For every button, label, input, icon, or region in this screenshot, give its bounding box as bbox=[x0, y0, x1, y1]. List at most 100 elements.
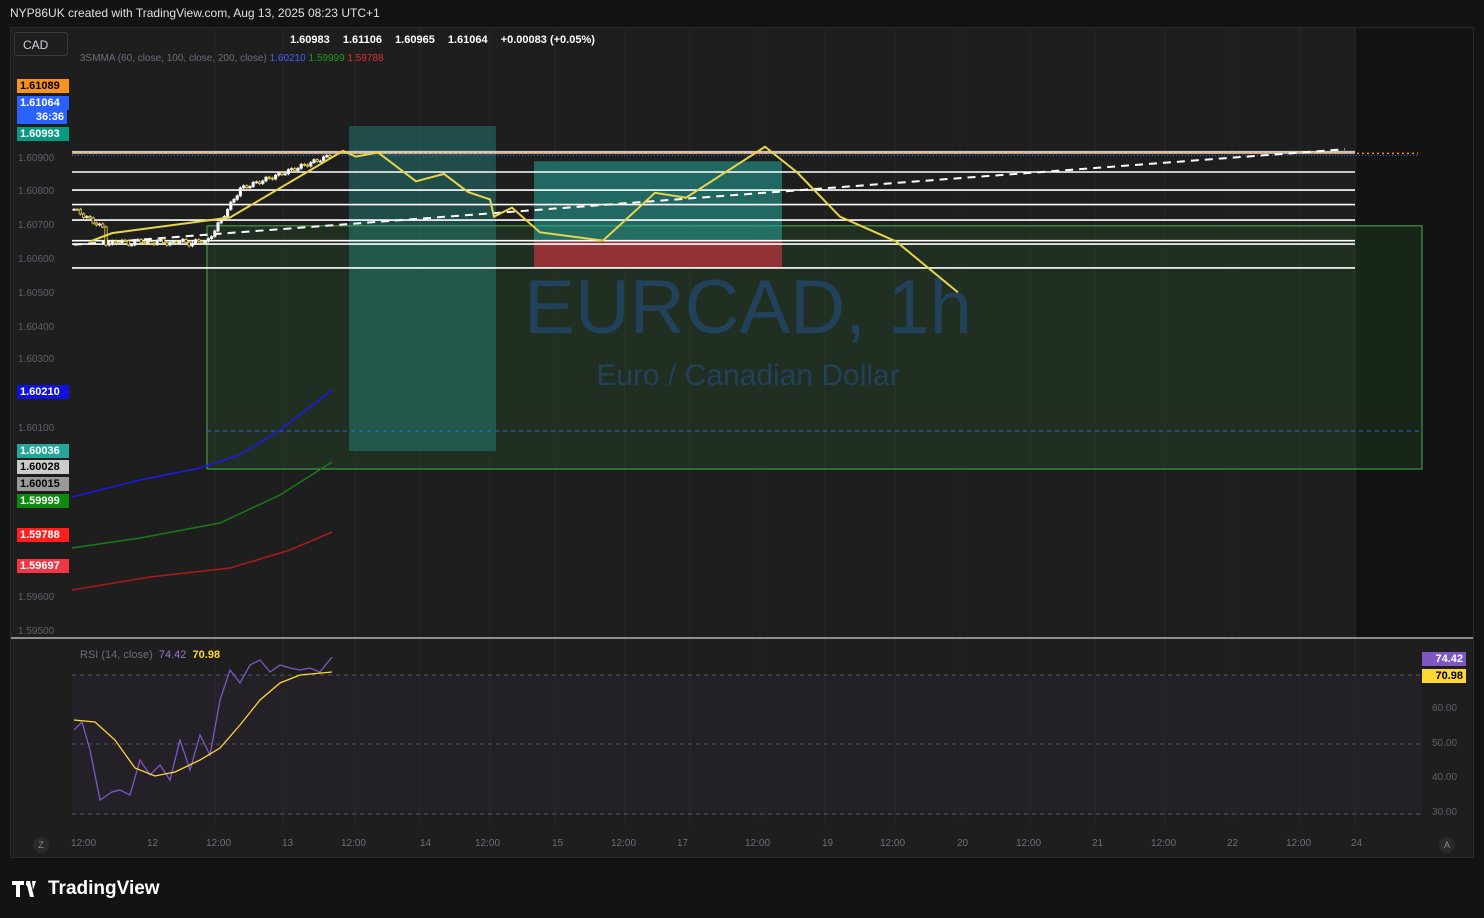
candle-body-76 bbox=[315, 159, 319, 162]
candle-body-50 bbox=[232, 198, 236, 203]
candle-body-33 bbox=[177, 241, 182, 244]
time-axis-label-16: 12:00 bbox=[1151, 838, 1177, 849]
candle-body-71 bbox=[299, 163, 303, 169]
candle-body-12 bbox=[110, 240, 114, 245]
time-axis-label-13: 20 bbox=[957, 838, 969, 849]
candle-body-54 bbox=[245, 185, 249, 189]
candle-body-14 bbox=[117, 241, 121, 244]
candle-body-45 bbox=[216, 222, 220, 232]
time-axis-label-6: 12:00 bbox=[475, 838, 501, 849]
price-axis-label-2: 1.60700 bbox=[18, 220, 55, 231]
candle-body-18 bbox=[129, 244, 134, 247]
time-axis-label-7: 15 bbox=[552, 838, 564, 849]
candle-body-0 bbox=[72, 208, 76, 211]
candle-body-28 bbox=[161, 238, 166, 244]
candle-body-31 bbox=[171, 241, 175, 243]
smma-legend[interactable]: 3SMMA (60, close, 100, close, 200, close… bbox=[80, 53, 384, 64]
time-axis-label-10: 12:00 bbox=[745, 838, 771, 849]
time-axis-label-1: 12 bbox=[147, 838, 159, 849]
price-tag-5: 1.60036 bbox=[17, 444, 69, 458]
candle-body-20 bbox=[136, 239, 140, 242]
smma-200-line bbox=[71, 531, 333, 591]
price-tag-10: 1.59697 bbox=[17, 559, 69, 573]
price-tag-6: 1.60028 bbox=[17, 460, 69, 474]
time-axis-label-4: 12:00 bbox=[341, 838, 367, 849]
price-chart-svg[interactable]: EURCAD, 1hEuro / Canadian Dollar bbox=[0, 0, 1484, 918]
smma-value-60: 1.60210 bbox=[269, 53, 306, 64]
time-axis-label-3: 13 bbox=[282, 838, 294, 849]
candle-body-73 bbox=[305, 164, 310, 167]
rsi-ma-tag: 70.98 bbox=[1422, 669, 1466, 683]
candle-body-4 bbox=[85, 216, 89, 218]
time-axis-label-5: 14 bbox=[420, 838, 432, 849]
rsi-band bbox=[72, 675, 1422, 815]
candle-body-77 bbox=[318, 160, 323, 163]
time-axis-label-2: 12:00 bbox=[206, 838, 232, 849]
candle-body-74 bbox=[309, 162, 313, 167]
candle-body-57 bbox=[254, 181, 258, 184]
rsi-legend[interactable]: RSI (14, close) 74.42 70.98 bbox=[80, 649, 220, 661]
candle-body-52 bbox=[238, 187, 242, 197]
candle-body-29 bbox=[165, 242, 169, 246]
time-axis-label-8: 12:00 bbox=[611, 838, 637, 849]
smma-value-100: 1.59999 bbox=[308, 53, 345, 64]
candle-body-19 bbox=[133, 239, 137, 246]
auto-scale-button[interactable]: A bbox=[1439, 837, 1455, 853]
candle-body-49 bbox=[229, 201, 233, 210]
candle-body-51 bbox=[235, 195, 239, 200]
zoom-reset-button[interactable]: Z bbox=[33, 837, 49, 853]
candle-body-21 bbox=[139, 239, 143, 244]
candle-body-44 bbox=[213, 230, 217, 237]
candle-body-13 bbox=[114, 240, 118, 243]
time-axis-label-19: 24 bbox=[1351, 838, 1363, 849]
tradingview-logo: TradingView bbox=[12, 878, 160, 900]
candle-body-66 bbox=[283, 173, 287, 176]
candle-body-11 bbox=[107, 243, 111, 246]
candle-body-34 bbox=[181, 238, 185, 242]
candle-body-2 bbox=[78, 208, 82, 215]
candle-body-69 bbox=[293, 168, 297, 171]
time-axis-label-15: 21 bbox=[1092, 838, 1104, 849]
price-axis-label-8: 1.59600 bbox=[18, 592, 55, 603]
rsi-axis-label-2: 40.00 bbox=[1432, 772, 1458, 783]
price-tag-3: 1.60993 bbox=[17, 127, 69, 141]
candle-body-62 bbox=[270, 177, 275, 180]
price-tag-2: 36:36 bbox=[17, 110, 67, 124]
candle-body-64 bbox=[277, 172, 281, 176]
candle-body-5 bbox=[88, 216, 92, 219]
candle-body-48 bbox=[225, 209, 230, 217]
price-tag-4: 1.60210 bbox=[17, 385, 69, 399]
price-axis-label-7: 1.60100 bbox=[18, 423, 55, 434]
candle-body-39 bbox=[197, 239, 201, 242]
time-axis-label-9: 17 bbox=[677, 838, 689, 849]
long-position-target bbox=[534, 161, 782, 241]
candle-body-25 bbox=[152, 243, 156, 246]
candle-body-65 bbox=[280, 172, 284, 175]
candle-body-23 bbox=[145, 241, 150, 244]
tradingview-logo-icon bbox=[12, 881, 36, 897]
currency-button[interactable]: CAD bbox=[14, 32, 68, 56]
candle-body-17 bbox=[126, 240, 130, 246]
price-axis-label-4: 1.60500 bbox=[18, 288, 55, 299]
candle-body-68 bbox=[289, 168, 294, 171]
ohlc-low: 1.60965 bbox=[395, 34, 435, 46]
candle-body-9 bbox=[101, 223, 105, 228]
time-axis-label-17: 22 bbox=[1227, 838, 1239, 849]
ohlc-legend: 1.60983 1.61106 1.60965 1.61064 +0.00083… bbox=[290, 34, 605, 46]
rsi-value-text: 74.42 bbox=[158, 649, 187, 661]
candle-body-40 bbox=[200, 240, 204, 244]
ohlc-high: 1.61106 bbox=[342, 34, 382, 46]
ohlc-change: +0.00083 (+0.05%) bbox=[500, 34, 595, 46]
candle-body-3 bbox=[82, 213, 86, 218]
ohlc-open: 1.60983 bbox=[290, 34, 330, 46]
candle-body-78 bbox=[321, 156, 326, 162]
candle-body-30 bbox=[168, 242, 172, 246]
price-axis-label-9: 1.59500 bbox=[18, 626, 55, 637]
candle-body-58 bbox=[257, 181, 262, 184]
candle-body-70 bbox=[296, 167, 300, 171]
candle-body-1 bbox=[75, 208, 79, 211]
candle-body-38 bbox=[193, 239, 198, 244]
candle-body-6 bbox=[91, 217, 95, 224]
candle-body-15 bbox=[120, 239, 124, 243]
candle-body-26 bbox=[155, 240, 159, 245]
